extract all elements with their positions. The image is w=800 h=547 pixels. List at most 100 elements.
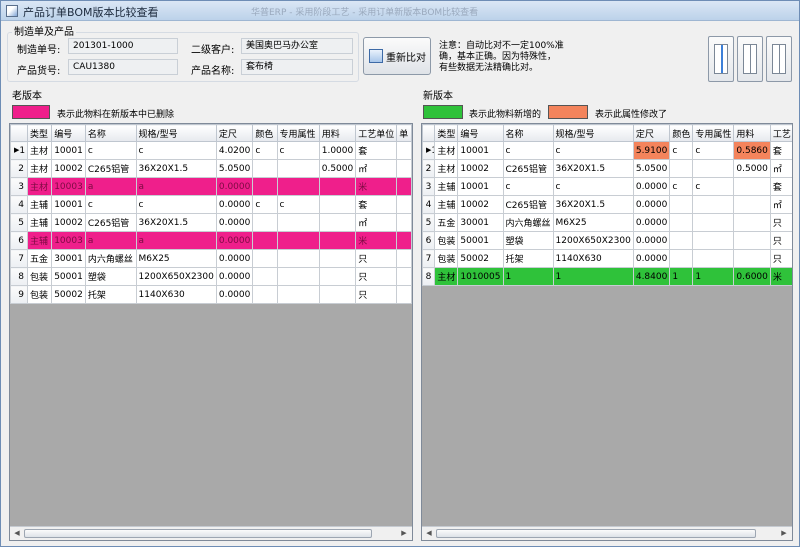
cell-attr[interactable]	[692, 195, 735, 214]
cell-spec[interactable]: 1200X650X2300	[552, 231, 634, 250]
row-header[interactable]: 4	[10, 195, 28, 214]
cell-name[interactable]: 托架	[84, 285, 137, 304]
table-row[interactable]: 3 主材 10003 a a 0.0000 米	[10, 177, 412, 196]
cell-color[interactable]	[252, 285, 278, 304]
cell-attr[interactable]: c	[276, 141, 320, 160]
cell-color[interactable]: c	[252, 195, 278, 214]
cell-attr[interactable]	[692, 231, 735, 250]
cell-attr[interactable]: c	[276, 195, 320, 214]
scroll-right-icon[interactable]: ▶	[398, 528, 410, 539]
scroll-left-icon[interactable]: ◀	[423, 528, 435, 539]
cell-usage[interactable]	[733, 177, 771, 196]
cell-unit[interactable]: 米	[769, 267, 792, 286]
cell-attr[interactable]	[276, 231, 320, 250]
cell-unit[interactable]: 只	[769, 249, 792, 268]
cell-type[interactable]: 包装	[434, 249, 459, 268]
cell-attr[interactable]	[692, 213, 735, 232]
cell-size[interactable]: 0.0000	[632, 231, 671, 250]
cell-size[interactable]: 5.9100	[632, 141, 671, 160]
row-header[interactable]: 2	[10, 159, 28, 178]
cell-usage[interactable]: 1.0000	[318, 141, 357, 160]
table-row[interactable]: ▶ 1 主材 10001 c c 4.0200 c c 1.0000 套	[10, 141, 412, 160]
cell-type[interactable]: 主材	[434, 141, 459, 160]
layout-right-button[interactable]	[766, 36, 792, 82]
row-header[interactable]: 7	[422, 249, 436, 268]
cell-usage[interactable]	[733, 231, 771, 250]
cell-size[interactable]: 0.0000	[632, 177, 671, 196]
cell-color[interactable]: c	[669, 141, 694, 160]
cell-code[interactable]: 10001	[51, 141, 86, 160]
cell-code[interactable]: 10002	[51, 213, 86, 232]
cell-usage[interactable]	[733, 213, 771, 232]
cell-code[interactable]: 50002	[457, 249, 504, 268]
cell-name[interactable]: a	[84, 177, 137, 196]
cell-code[interactable]: 50001	[51, 267, 86, 286]
customer-field[interactable]: 美国奥巴马办公室	[241, 38, 353, 54]
cell-extra[interactable]	[396, 141, 412, 160]
cell-attr[interactable]	[276, 249, 320, 268]
row-header[interactable]: 5	[422, 213, 436, 232]
order-no-field[interactable]: 201301-1000	[68, 38, 178, 54]
cell-spec[interactable]: a	[135, 177, 217, 196]
cell-color[interactable]: c	[252, 141, 278, 160]
product-no-field[interactable]: CAU1380	[68, 59, 178, 75]
cell-type[interactable]: 包装	[26, 267, 53, 286]
row-header[interactable]: 6	[422, 231, 436, 250]
cell-spec[interactable]: 36X20X1.5	[552, 195, 634, 214]
cell-code[interactable]: 10001	[457, 177, 504, 196]
new-col-usage[interactable]: 用料	[733, 124, 771, 142]
cell-name[interactable]: 内六角螺丝	[84, 249, 137, 268]
cell-type[interactable]: 主辅	[434, 195, 459, 214]
cell-type[interactable]: 主材	[434, 267, 459, 286]
cell-color[interactable]	[669, 159, 694, 178]
cell-spec[interactable]: c	[135, 195, 217, 214]
cell-size[interactable]: 0.0000	[632, 249, 671, 268]
cell-size[interactable]: 0.0000	[632, 195, 671, 214]
cell-spec[interactable]: c	[135, 141, 217, 160]
cell-extra[interactable]	[396, 213, 412, 232]
table-row[interactable]: 3 主辅 10001 c c 0.0000 c c 套	[422, 177, 792, 196]
cell-usage[interactable]: 0.6000	[733, 267, 771, 286]
cell-color[interactable]	[252, 177, 278, 196]
cell-code[interactable]: 10002	[457, 159, 504, 178]
cell-type[interactable]: 主材	[434, 159, 459, 178]
cell-name[interactable]: c	[84, 195, 137, 214]
table-row[interactable]: 2 主材 10002 C265铝管 36X20X1.5 5.0500 0.5000 ㎡	[10, 159, 412, 178]
row-header[interactable]: 8	[10, 267, 28, 286]
cell-name[interactable]: 内六角螺丝	[502, 213, 554, 232]
cell-color[interactable]	[669, 195, 694, 214]
new-col-type[interactable]: 类型	[434, 124, 459, 142]
cell-name[interactable]: 塑袋	[502, 231, 554, 250]
cell-unit[interactable]: ㎡	[769, 159, 792, 178]
cell-spec[interactable]: 1140X630	[552, 249, 634, 268]
table-row[interactable]: 4 主辅 10001 c c 0.0000 c c 套	[10, 195, 412, 214]
table-row[interactable]: 4 主辅 10002 C265铝管 36X20X1.5 0.0000 ㎡	[422, 195, 792, 214]
cell-spec[interactable]: 36X20X1.5	[135, 159, 217, 178]
cell-extra[interactable]	[396, 285, 412, 304]
cell-code[interactable]: 10003	[51, 231, 86, 250]
table-row[interactable]: 6 主辅 10003 a a 0.0000 米	[10, 231, 412, 250]
cell-name[interactable]: C265铝管	[84, 213, 137, 232]
cell-code[interactable]: 50001	[457, 231, 504, 250]
row-header[interactable]: 3	[422, 177, 436, 196]
cell-unit[interactable]: 只	[355, 285, 398, 304]
cell-size[interactable]: 0.0000	[215, 177, 254, 196]
cell-extra[interactable]	[396, 267, 412, 286]
cell-spec[interactable]: M6X25	[135, 249, 217, 268]
cell-spec[interactable]: c	[552, 177, 634, 196]
row-header[interactable]: 3	[10, 177, 28, 196]
cell-code[interactable]: 10001	[457, 141, 504, 160]
cell-color[interactable]	[669, 231, 694, 250]
splitter[interactable]	[413, 89, 419, 541]
cell-type[interactable]: 主材	[26, 141, 53, 160]
cell-spec[interactable]: M6X25	[552, 213, 634, 232]
cell-usage[interactable]	[318, 267, 357, 286]
new-col-spec[interactable]: 规格/型号	[552, 124, 634, 142]
cell-code[interactable]: 30001	[457, 213, 504, 232]
old-col-usage[interactable]: 用料	[318, 124, 357, 142]
row-header[interactable]: 6	[10, 231, 28, 250]
cell-type[interactable]: 五金	[26, 249, 53, 268]
cell-size[interactable]: 0.0000	[215, 213, 254, 232]
cell-attr[interactable]	[276, 177, 320, 196]
cell-color[interactable]: c	[669, 177, 694, 196]
